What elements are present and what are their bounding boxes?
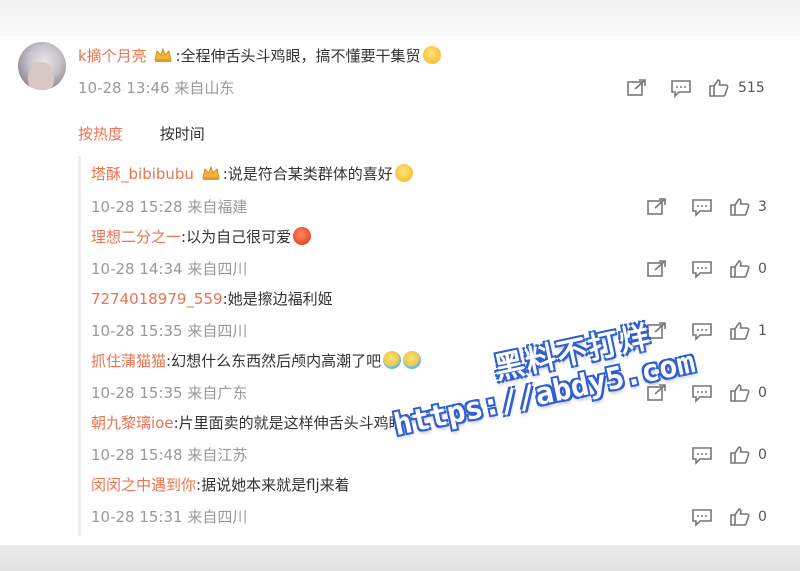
sort-tabs: 按热度 按时间 bbox=[78, 123, 205, 144]
emoji-icon bbox=[293, 227, 312, 245]
like-icon[interactable] bbox=[729, 507, 751, 527]
reply-meta: 10-28 15:31 来自四川 bbox=[91, 507, 247, 527]
reply-location: 来自四川 bbox=[187, 260, 248, 278]
avatar[interactable] bbox=[18, 42, 66, 90]
reply-actions: 0 bbox=[646, 507, 776, 527]
reply-actions: 0 bbox=[646, 383, 776, 403]
like-count: 0 bbox=[758, 509, 767, 525]
reply-actions: 0 bbox=[646, 259, 776, 279]
like-count: 0 bbox=[758, 385, 767, 401]
top-comment-text: :全程伸舌头斗鸡眼，搞不懂要干集贸 bbox=[175, 47, 421, 65]
reply-username[interactable]: 闵闵之中遇到你 bbox=[91, 476, 196, 494]
crown-icon bbox=[202, 165, 220, 180]
like-count: 515 bbox=[738, 80, 765, 96]
reply-actions: 3 bbox=[646, 197, 776, 217]
reply-username[interactable]: 塔酥_bibibubu bbox=[91, 165, 194, 183]
reply-time: 10-28 15:28 bbox=[91, 198, 183, 216]
top-comment-actions: 515 bbox=[626, 78, 776, 98]
reply-list: 塔酥_bibibubu :说是符合某类群体的喜好 10-28 15:28 来自福… bbox=[78, 156, 800, 536]
like-icon[interactable] bbox=[729, 321, 751, 341]
share-icon[interactable] bbox=[646, 197, 668, 217]
reply-line: 抓住蒲猫猫:幻想什么东西然后颅内高潮了吧 bbox=[91, 351, 422, 371]
comment-icon[interactable] bbox=[691, 507, 713, 527]
like-count: 0 bbox=[758, 261, 767, 277]
reply-location: 来自广东 bbox=[187, 384, 248, 402]
reply-time: 10-28 14:34 bbox=[91, 260, 183, 278]
reply-location: 来自江苏 bbox=[187, 446, 248, 464]
comment-icon[interactable] bbox=[691, 383, 713, 403]
like-icon[interactable] bbox=[729, 197, 751, 217]
reply-meta: 10-28 15:48 来自江苏 bbox=[91, 445, 247, 465]
reply-actions: 1 bbox=[646, 321, 776, 341]
comment-icon[interactable] bbox=[691, 259, 713, 279]
reply-text: :幻想什么东西然后颅内高潮了吧 bbox=[166, 352, 382, 370]
reply-text: :说是符合某类群体的喜好 bbox=[222, 165, 393, 183]
like-count: 0 bbox=[758, 447, 767, 463]
top-comment-meta: 10-28 13:46 来自山东 bbox=[78, 78, 234, 98]
emoji-icon bbox=[383, 351, 402, 369]
reply-meta: 10-28 14:34 来自四川 bbox=[91, 259, 247, 279]
reply-time: 10-28 15:35 bbox=[91, 322, 183, 340]
top-comment-line: k摘个月亮 :全程伸舌头斗鸡眼，搞不懂要干集贸 bbox=[78, 46, 441, 66]
comment-icon[interactable] bbox=[691, 445, 713, 465]
emoji-icon bbox=[394, 164, 413, 182]
reply-time: 10-28 15:48 bbox=[91, 446, 183, 464]
reply-time: 10-28 15:31 bbox=[91, 508, 183, 526]
crown-icon bbox=[154, 47, 173, 62]
like-icon[interactable] bbox=[729, 445, 751, 465]
emoji-icon bbox=[403, 351, 422, 369]
reply-meta: 10-28 15:35 来自四川 bbox=[91, 321, 247, 341]
comment-icon[interactable] bbox=[691, 321, 713, 341]
top-comment-username[interactable]: k摘个月亮 bbox=[78, 47, 147, 65]
reply-username[interactable]: 朝九黎璃ioe bbox=[91, 414, 174, 432]
comment-icon[interactable] bbox=[670, 78, 692, 98]
reply-location: 来自福建 bbox=[187, 198, 248, 216]
share-icon[interactable] bbox=[646, 321, 668, 341]
share-icon[interactable] bbox=[646, 259, 668, 279]
tab-time[interactable]: 按时间 bbox=[160, 125, 205, 143]
share-icon[interactable] bbox=[626, 78, 648, 98]
top-comment-location: 来自山东 bbox=[174, 79, 235, 97]
like-count: 1 bbox=[758, 323, 767, 339]
like-icon[interactable] bbox=[729, 259, 751, 279]
reply-username[interactable]: 抓住蒲猫猫 bbox=[91, 352, 166, 370]
like-icon[interactable] bbox=[708, 78, 730, 98]
reply-text: :她是擦边福利姬 bbox=[222, 290, 333, 308]
reply-username[interactable]: 7274018979_559 bbox=[91, 290, 223, 308]
reply-line: 塔酥_bibibubu :说是符合某类群体的喜好 bbox=[91, 164, 413, 184]
reply-username[interactable]: 理想二分之一 bbox=[91, 228, 181, 246]
emoji-icon bbox=[422, 46, 441, 64]
reply-text: :片里面卖的就是这样伸舌头斗鸡眼 bbox=[173, 414, 404, 432]
reply-meta: 10-28 15:28 来自福建 bbox=[91, 197, 247, 217]
reply-location: 来自四川 bbox=[187, 508, 248, 526]
reply-time: 10-28 15:35 bbox=[91, 384, 183, 402]
reply-text: :据说她本来就是flj来着 bbox=[196, 476, 350, 494]
share-icon[interactable] bbox=[646, 383, 668, 403]
reply-actions: 0 bbox=[646, 445, 776, 465]
reply-line: 理想二分之一:以为自己很可爱 bbox=[91, 227, 312, 247]
comment-icon[interactable] bbox=[691, 197, 713, 217]
reply-line: 朝九黎璃ioe:片里面卖的就是这样伸舌头斗鸡眼 bbox=[91, 413, 404, 433]
reply-line: 闵闵之中遇到你:据说她本来就是flj来着 bbox=[91, 475, 350, 495]
top-comment: k摘个月亮 :全程伸舌头斗鸡眼，搞不懂要干集贸 10-28 13:46 来自山东… bbox=[0, 36, 800, 106]
like-count: 3 bbox=[758, 199, 767, 215]
reply-text: :以为自己很可爱 bbox=[181, 228, 292, 246]
reply-meta: 10-28 15:35 来自广东 bbox=[91, 383, 247, 403]
top-comment-time: 10-28 13:46 bbox=[78, 79, 170, 97]
reply-location: 来自四川 bbox=[187, 322, 248, 340]
like-icon[interactable] bbox=[729, 383, 751, 403]
tab-hot[interactable]: 按热度 bbox=[78, 125, 123, 143]
reply-line: 7274018979_559:她是擦边福利姬 bbox=[91, 289, 333, 309]
